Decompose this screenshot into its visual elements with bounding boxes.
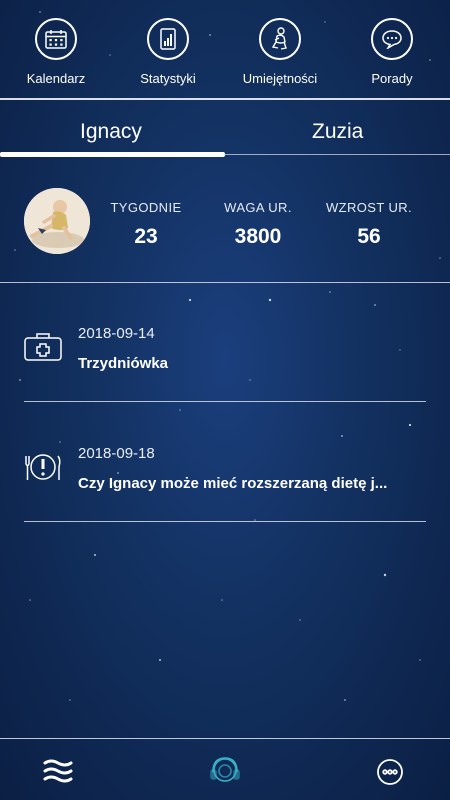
nav-item-statystyki[interactable]: Statystyki <box>112 18 224 86</box>
entry-date: 2018-09-14 <box>78 325 155 342</box>
bottom-bar <box>0 738 450 800</box>
nav-label: Statystyki <box>140 71 196 86</box>
entry-title: Czy Ignacy może mieć rozszerzaną dietę j… <box>78 475 388 492</box>
alert-plate-icon <box>24 450 62 488</box>
active-tab-indicator <box>0 152 225 157</box>
baby-skill-icon <box>259 18 301 60</box>
avatar[interactable] <box>24 188 90 254</box>
stat-value: 56 <box>357 225 381 248</box>
nav-item-porady[interactable]: Porady <box>336 18 448 86</box>
stat-label: WZROST UR. <box>325 200 413 215</box>
menu-waves-icon[interactable] <box>42 758 74 784</box>
tab-zuzia[interactable]: Zuzia <box>312 120 363 144</box>
stat-weeks: TYGODNIE 23 <box>100 200 192 249</box>
nav-item-kalendarz[interactable]: Kalendarz <box>0 18 112 86</box>
entry-divider <box>24 401 426 402</box>
entry-date: 2018-09-18 <box>78 445 155 462</box>
entry-title: Trzydniówka <box>78 355 169 372</box>
stat-label: WAGA UR. <box>224 200 292 215</box>
list-item[interactable]: 2018-09-14 Trzydniówka <box>0 300 450 420</box>
stat-label: TYGODNIE <box>110 200 182 215</box>
nav-divider <box>0 98 450 100</box>
nav-item-umiejetnosci[interactable]: Umiejętności <box>224 18 336 86</box>
stat-birth-height: WZROST UR. 56 <box>316 200 422 249</box>
entry-divider <box>24 521 426 522</box>
speech-bubble-icon <box>371 18 413 60</box>
profile-divider <box>0 282 450 283</box>
list-item[interactable]: 2018-09-18 Czy Ignacy może mieć rozszerz… <box>0 420 450 540</box>
stat-value: 3800 <box>234 225 282 248</box>
stat-value: 23 <box>134 225 158 248</box>
child-tabs: Ignacy Zuzia <box>0 108 450 156</box>
tab-ignacy[interactable]: Ignacy <box>80 120 142 144</box>
more-dots-icon[interactable] <box>376 758 404 786</box>
stat-birth-weight: WAGA UR. 3800 <box>212 200 304 249</box>
chart-icon <box>147 18 189 60</box>
nav-label: Kalendarz <box>26 71 86 86</box>
top-navigation: Kalendarz Statystyki Umiejętności Porady <box>0 0 450 100</box>
child-profile: TYGODNIE 23 WAGA UR. 3800 WZROST UR. 56 <box>0 180 450 280</box>
headset-icon[interactable] <box>208 754 242 786</box>
nav-label: Porady <box>371 71 413 86</box>
nav-label: Umiejętności <box>242 71 318 86</box>
medical-kit-icon <box>24 332 62 370</box>
calendar-icon <box>35 18 77 60</box>
